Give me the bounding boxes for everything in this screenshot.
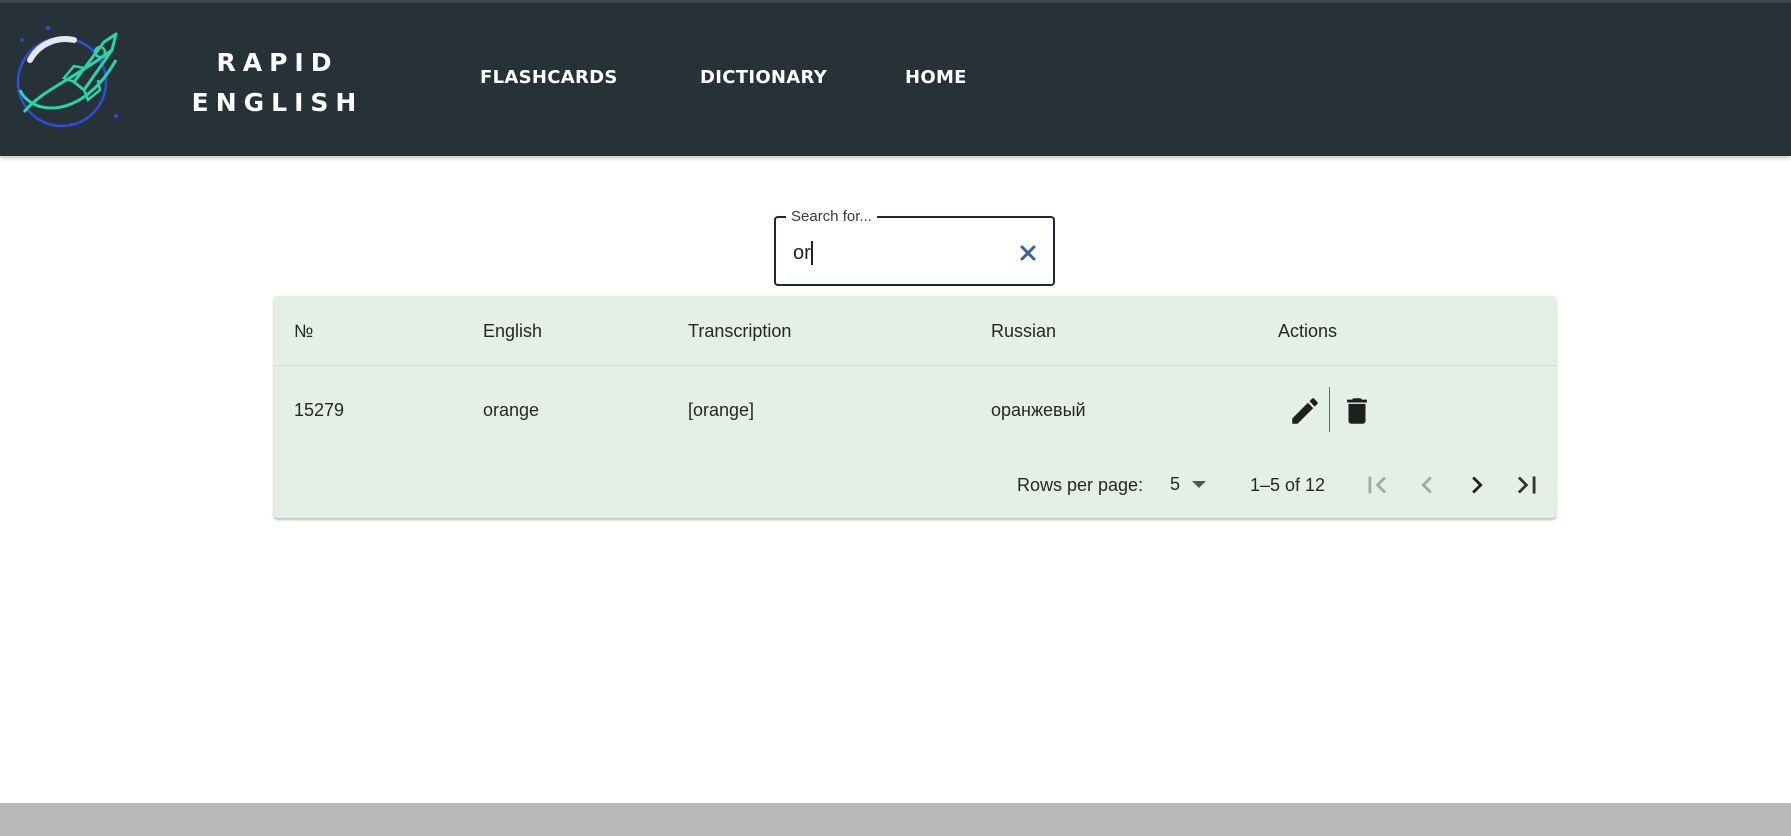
column-transcription: Transcription: [688, 321, 792, 341]
caret-down-icon: [1192, 481, 1206, 488]
last-page-icon[interactable]: [1510, 468, 1544, 502]
page-footer: [0, 803, 1791, 836]
previous-page-icon[interactable]: [1410, 468, 1444, 502]
cell-number: 15279: [294, 400, 345, 420]
table-header: № English Transcription Russian Actions: [274, 296, 1556, 366]
column-russian: Russian: [991, 321, 1057, 341]
column-number: №: [294, 321, 314, 341]
cell-russian: оранжевый: [991, 400, 1086, 420]
delete-icon[interactable]: [1340, 394, 1374, 428]
search-input[interactable]: [793, 240, 1003, 266]
dictionary-table: № English Transcription Russian Actions …: [274, 296, 1556, 518]
close-icon[interactable]: [1016, 241, 1040, 265]
search-label: Search for...: [786, 208, 877, 225]
column-actions: Actions: [1278, 321, 1338, 341]
app-header: RAPID ENGLISH FLASHCARDS DICTIONARY HOME: [0, 3, 1791, 156]
cell-transcription: [orange]: [688, 400, 755, 420]
next-page-icon[interactable]: [1460, 468, 1494, 502]
nav-dictionary[interactable]: DICTIONARY: [700, 67, 827, 88]
brand-title[interactable]: RAPID ENGLISH: [190, 43, 365, 123]
rows-per-page-label: Rows per page:: [1017, 475, 1144, 495]
brand-line-1: RAPID: [216, 48, 339, 77]
nav-flashcards[interactable]: FLASHCARDS: [480, 67, 618, 88]
edit-icon[interactable]: [1288, 394, 1322, 428]
rows-per-page-select[interactable]: 5: [1170, 473, 1220, 499]
cell-english: orange: [483, 400, 540, 420]
search-field: Search for...: [774, 208, 1055, 286]
actions-divider: [1329, 387, 1330, 432]
nav-home[interactable]: HOME: [905, 67, 967, 88]
pagination-range: 1–5 of 12: [1250, 475, 1326, 495]
brand-line-2: ENGLISH: [191, 88, 364, 117]
first-page-icon[interactable]: [1360, 468, 1394, 502]
rows-per-page-value: 5: [1170, 474, 1181, 494]
text-cursor: [811, 241, 813, 265]
rocket-globe-logo[interactable]: [12, 20, 124, 132]
column-english: English: [483, 321, 543, 341]
